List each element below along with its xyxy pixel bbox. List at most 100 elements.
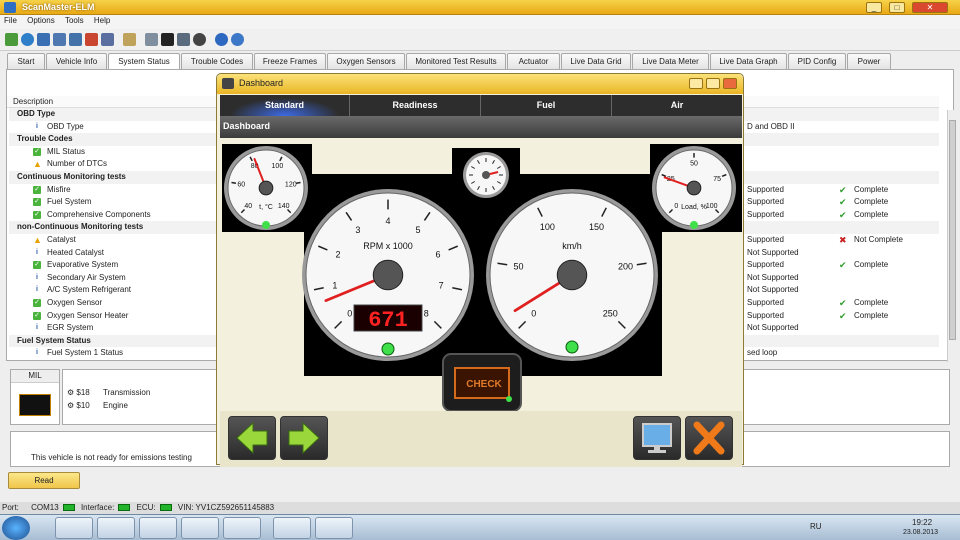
- connect-icon[interactable]: [5, 33, 18, 46]
- warning-icon: ▲: [33, 235, 42, 245]
- row-label: Misfire: [47, 184, 71, 194]
- next-button[interactable]: [280, 416, 328, 460]
- tab-actuator[interactable]: Actuator: [507, 53, 560, 69]
- row-label: EGR System: [47, 323, 94, 333]
- dashboard-tab-readiness[interactable]: Readiness: [350, 95, 481, 116]
- speed-led: [565, 340, 579, 354]
- tab-system-status[interactable]: System Status: [108, 53, 180, 70]
- dashboard-title-bar[interactable]: Dashboard: [217, 74, 743, 94]
- close-x-icon: [693, 421, 725, 455]
- scroll-thumb[interactable]: [949, 120, 956, 340]
- chart-icon[interactable]: [85, 33, 98, 46]
- monitor-icon: [642, 423, 672, 453]
- tab-monitored-test-results[interactable]: Monitored Test Results: [406, 53, 506, 69]
- internet-explorer-icon[interactable]: [55, 517, 93, 539]
- row-label: Evaporative System: [47, 260, 119, 270]
- hp-icon[interactable]: [223, 517, 261, 539]
- screen-icon[interactable]: [177, 33, 190, 46]
- tab-freeze-frames[interactable]: Freeze Frames: [254, 53, 326, 69]
- car-icon: ⚙: [67, 388, 75, 397]
- rpm-led: [381, 342, 395, 356]
- dashboard-maximize-button[interactable]: [706, 78, 720, 89]
- tab-vehicle-info[interactable]: Vehicle Info: [46, 53, 107, 69]
- interface-led: [118, 504, 131, 512]
- row-status: Not Supported: [747, 272, 799, 282]
- dashboard-close-button[interactable]: [723, 78, 737, 89]
- close-button[interactable]: ✕: [912, 2, 948, 13]
- globe-icon[interactable]: [21, 33, 34, 46]
- mil-panel: MIL: [10, 369, 60, 425]
- table-icon[interactable]: [53, 33, 66, 46]
- menu-options[interactable]: Options: [23, 15, 59, 26]
- check-engine-led: [506, 396, 512, 402]
- terminal-icon[interactable]: [161, 33, 174, 46]
- temp-gauge-tick: [295, 181, 301, 184]
- read-button[interactable]: Read: [8, 472, 80, 489]
- ball-icon[interactable]: [193, 33, 206, 46]
- rpm-gauge-label: RPM x 1000: [363, 241, 413, 251]
- info-icon: i: [36, 324, 38, 332]
- row-label: Oxygen Sensor Heater: [47, 310, 129, 320]
- row-label: Comprehensive Components: [47, 209, 151, 219]
- mil-code-row: ⚙ $18 Transmission: [67, 388, 150, 397]
- info-icon: i: [36, 286, 38, 294]
- folder-icon[interactable]: [97, 517, 135, 539]
- tab-start[interactable]: Start: [7, 53, 45, 69]
- row-status: D and OBD II: [747, 121, 795, 131]
- rpm-gauge-tick-label: 5: [416, 225, 421, 235]
- load-gauge-tick-label: 50: [690, 160, 698, 167]
- tab-oxygen-sensors[interactable]: Oxygen Sensors: [327, 53, 405, 69]
- load-gauge: 0255075100Load, %: [652, 146, 736, 230]
- dashboard-tab-standard[interactable]: Standard: [220, 95, 350, 116]
- clipboard-icon[interactable]: [123, 33, 136, 46]
- tab-live-data-grid[interactable]: Live Data Grid: [561, 53, 631, 69]
- previous-button[interactable]: [228, 416, 276, 460]
- tab-power[interactable]: Power: [847, 53, 891, 69]
- clock-date[interactable]: 23.08.2013: [903, 529, 938, 536]
- dashboard-tab-air[interactable]: Air: [612, 95, 742, 116]
- graph-icon[interactable]: [101, 33, 114, 46]
- scanmaster-taskbar-icon[interactable]: [315, 517, 353, 539]
- temp-gauge-tick-label: 140: [278, 203, 290, 210]
- row-label: Number of DTCs: [47, 159, 108, 169]
- grid-icon[interactable]: [37, 33, 50, 46]
- menu-help[interactable]: Help: [90, 15, 114, 26]
- menu-file[interactable]: File: [0, 15, 21, 26]
- clock-time[interactable]: 19:22: [912, 518, 932, 527]
- close-dashboard-button[interactable]: [685, 416, 733, 460]
- display-mode-button[interactable]: [633, 416, 681, 460]
- app-icon: [4, 2, 16, 13]
- port-value: COM13: [31, 503, 59, 512]
- comment-icon[interactable]: [145, 33, 158, 46]
- temp-gauge: 406080 100120140t, °C: [224, 146, 308, 230]
- start-button[interactable]: [2, 516, 30, 540]
- temp-gauge-hub: [258, 180, 274, 196]
- rpm-gauge-tick-label: 3: [355, 225, 360, 235]
- dashboard-minimize-button[interactable]: [689, 78, 703, 89]
- row-completion: Complete: [854, 197, 889, 207]
- dashboard-subtitle: Dashboard: [220, 116, 742, 138]
- vertical-scrollbar[interactable]: [947, 110, 957, 362]
- engine-warning-icon: [19, 394, 51, 416]
- media-player-icon[interactable]: [139, 517, 177, 539]
- tab-trouble-codes[interactable]: Trouble Codes: [181, 53, 253, 69]
- dashboard-icon: [222, 78, 234, 89]
- maximize-button[interactable]: □: [889, 2, 905, 13]
- mil-code-row: ⚙ $10 Engine: [67, 401, 128, 410]
- minimize-button[interactable]: _: [866, 2, 882, 13]
- opera-icon[interactable]: [273, 517, 311, 539]
- app-window-icon[interactable]: [181, 517, 219, 539]
- meter-icon[interactable]: [69, 33, 82, 46]
- menu-tools[interactable]: Tools: [61, 15, 88, 26]
- row-status: Not Supported: [747, 247, 799, 257]
- dashboard-tab-fuel[interactable]: Fuel: [481, 95, 612, 116]
- row-status: Supported: [747, 310, 784, 320]
- info-icon[interactable]: [215, 33, 228, 46]
- check-status-icon: ✓: [33, 299, 41, 307]
- tab-pid-config[interactable]: PID Config: [788, 53, 846, 69]
- language-indicator[interactable]: RU: [810, 522, 822, 531]
- about-icon[interactable]: [231, 33, 244, 46]
- tab-live-data-graph[interactable]: Live Data Graph: [710, 53, 787, 69]
- tab-live-data-meter[interactable]: Live Data Meter: [632, 53, 709, 69]
- rpm-gauge-hub: [372, 259, 404, 291]
